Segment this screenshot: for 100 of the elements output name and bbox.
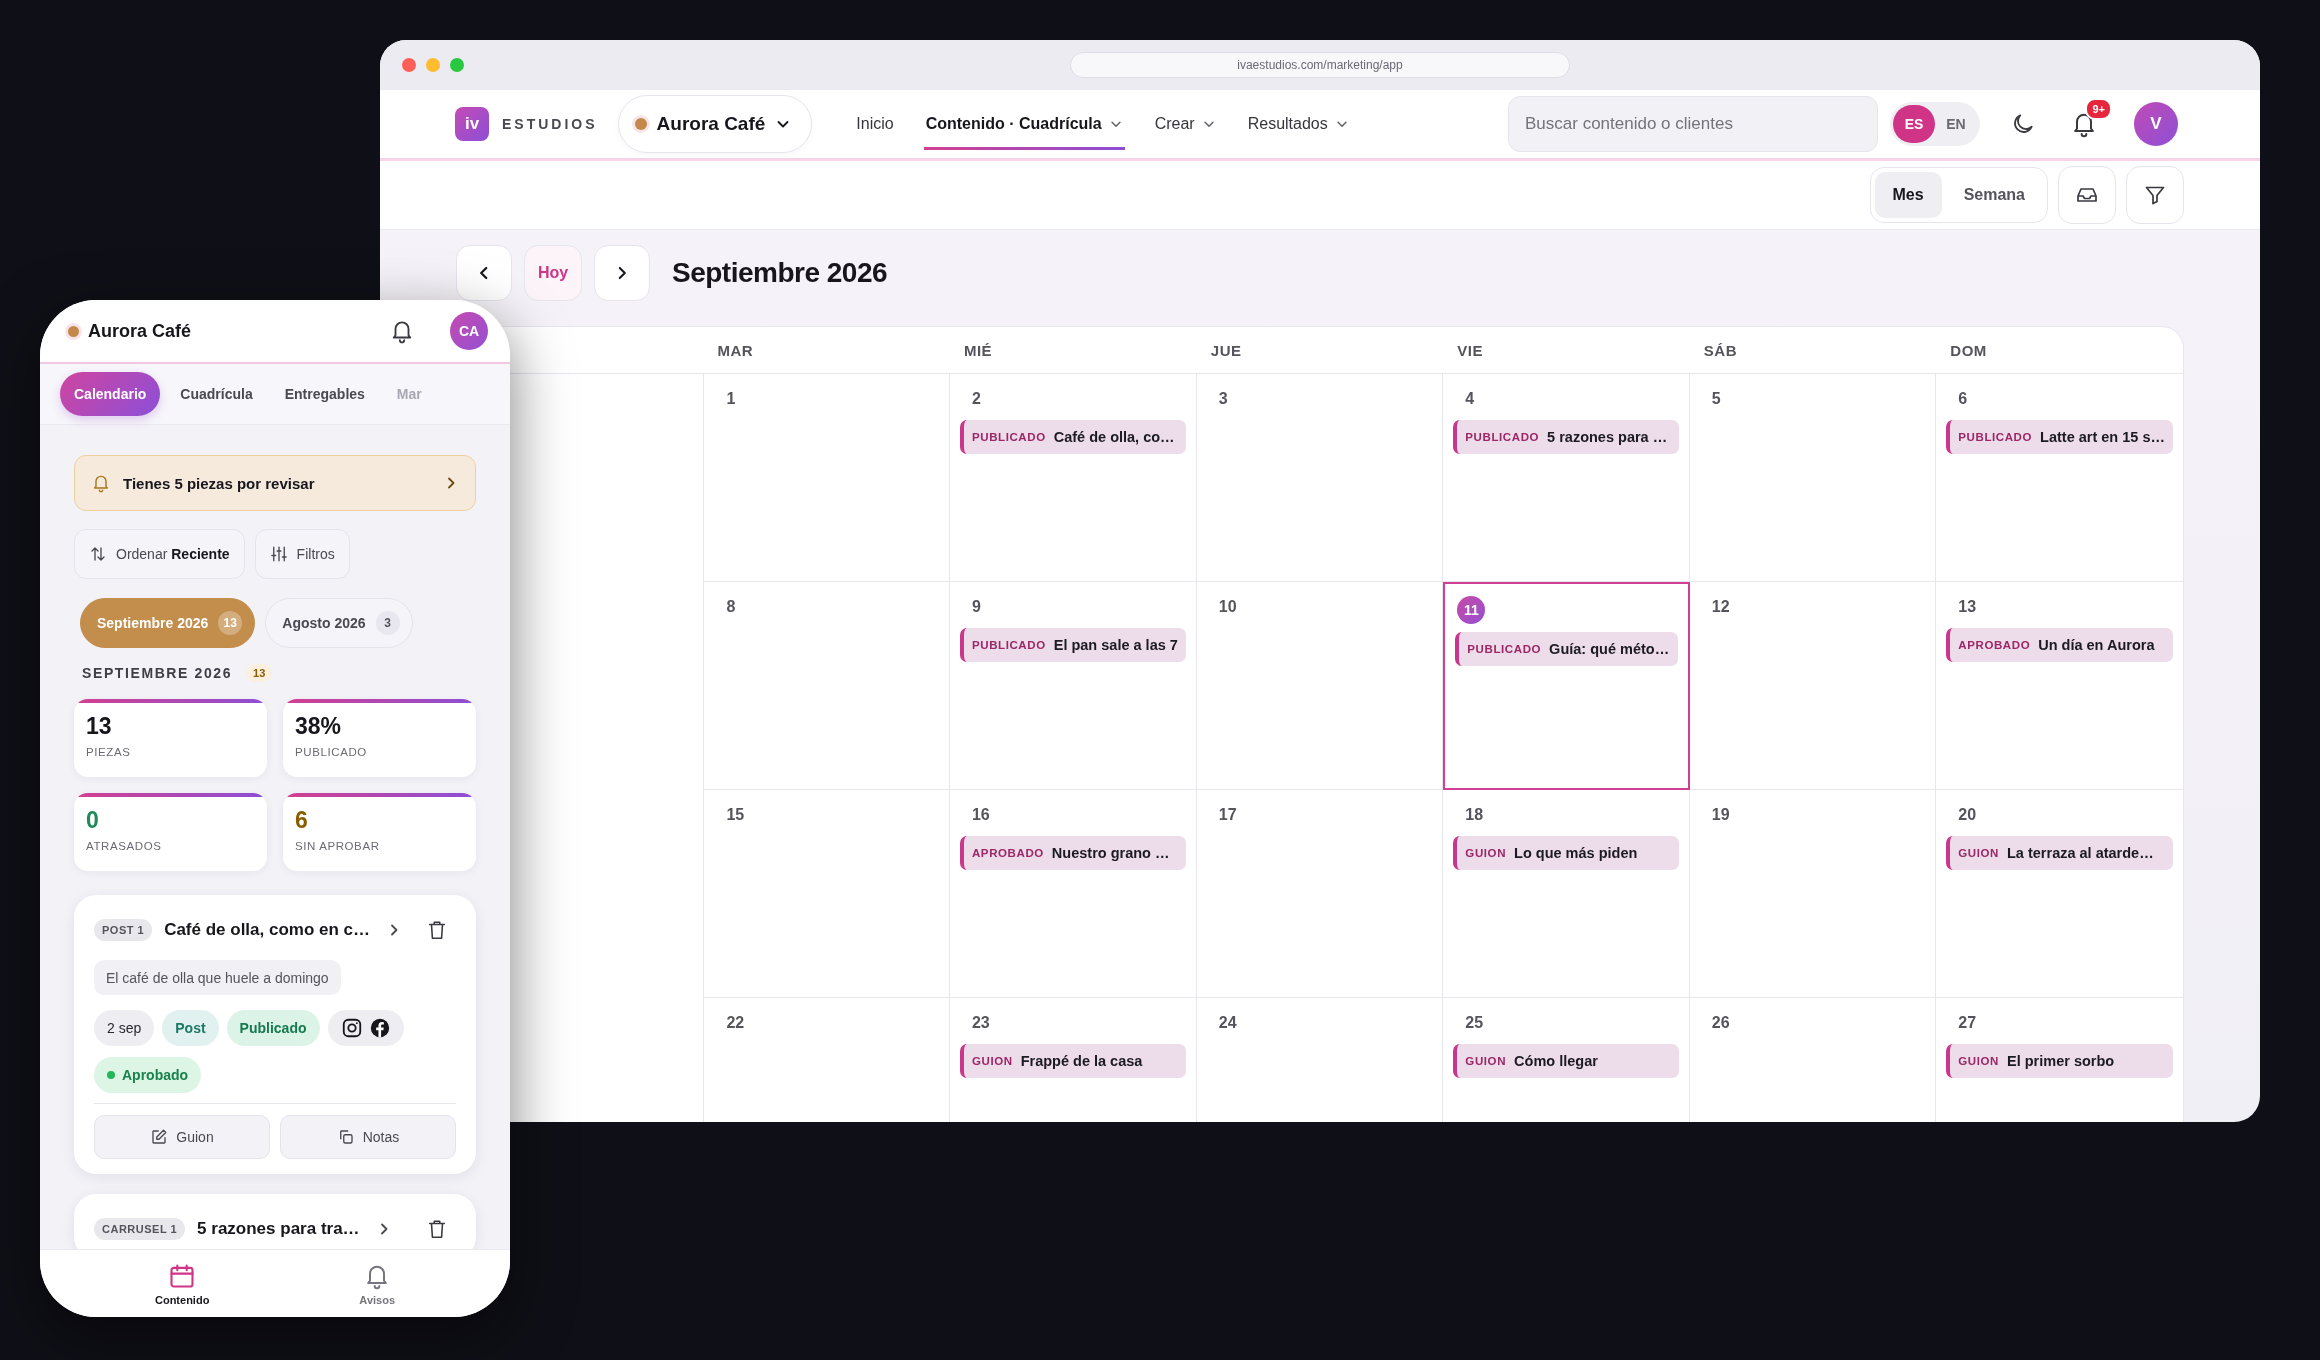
status-label: PUBLICADO xyxy=(1465,431,1540,443)
calendar-event[interactable]: GUION Lo que más piden xyxy=(1453,836,1679,870)
calendar-event[interactable]: PUBLICADO Guía: qué méto… xyxy=(1455,632,1678,666)
day-cell[interactable]: 20 GUION La terraza al atarde… xyxy=(1936,790,2183,998)
address-bar[interactable]: ivaestudios.com/marketing/app xyxy=(1070,52,1570,78)
calendar-event[interactable]: PUBLICADO Café de olla, co… xyxy=(959,420,1186,454)
day-number: 27 xyxy=(1957,1013,1977,1033)
event-title: 5 razones para … xyxy=(1547,429,1668,445)
language-toggle[interactable]: ES EN xyxy=(1890,102,1980,146)
piece-title[interactable]: 5 razones para tra… xyxy=(197,1219,360,1239)
day-cell[interactable]: 17 xyxy=(1196,790,1444,998)
view-tab[interactable]: Semana xyxy=(1945,172,2043,218)
instagram-icon xyxy=(340,1017,363,1039)
weekday-header: MIÉ xyxy=(949,327,1197,374)
calendar-event[interactable]: PUBLICADO 5 razones para … xyxy=(1453,420,1679,454)
tab[interactable]: Entregables xyxy=(272,372,377,416)
maximize-window-icon[interactable] xyxy=(450,58,464,72)
status-label: GUION xyxy=(1958,1055,1999,1067)
day-cell[interactable]: 8 xyxy=(703,582,950,790)
day-cell[interactable]: 4 PUBLICADO 5 razones para … xyxy=(1443,374,1690,582)
script-button[interactable]: Guion xyxy=(94,1115,270,1159)
nav-tab[interactable]: Crear xyxy=(1140,90,1230,158)
calendar-event[interactable]: PUBLICADO El pan sale a las 7 xyxy=(959,628,1186,662)
calendar-event[interactable]: GUION Cómo llegar xyxy=(1453,1044,1679,1078)
section-title: SEPTIEMBRE 2026 xyxy=(82,665,233,681)
review-alert[interactable]: Tienes 5 piezas por revisar xyxy=(74,455,476,511)
previous-month-button[interactable] xyxy=(456,245,512,301)
minimize-window-icon[interactable] xyxy=(426,58,440,72)
calendar-icon[interactable] xyxy=(168,1261,197,1290)
bell-icon xyxy=(91,473,111,493)
calendar-event[interactable]: PUBLICADO Latte art en 15 s… xyxy=(1946,420,2173,454)
piece-title[interactable]: Café de olla, como en c… xyxy=(164,920,371,940)
day-number: 3 xyxy=(1217,389,1228,409)
filter-button[interactable]: Filtros xyxy=(254,529,350,579)
day-cell[interactable]: 27 GUION El primer sorbo xyxy=(1936,998,2183,1122)
stat-label: ATRASADOS xyxy=(86,840,163,852)
day-number: 26 xyxy=(1710,1013,1730,1033)
view-switcher[interactable]: Mes Semana xyxy=(1869,167,2048,223)
event-title: Un día en Aurora xyxy=(2038,637,2155,653)
day-cell[interactable]: 18 GUION Lo que más piden xyxy=(1443,790,1690,998)
bottom-nav-item[interactable]: Avisos xyxy=(349,1250,405,1317)
day-cell[interactable]: 19 xyxy=(1689,790,1937,998)
calendar-event[interactable]: APROBADO Un día en Aurora xyxy=(1946,628,2173,662)
day-cell[interactable]: 13 APROBADO Un día en Aurora xyxy=(1936,582,2183,790)
tab[interactable]: Calendario xyxy=(60,372,161,416)
month-filter-chip[interactable]: Agosto 2026 3 xyxy=(265,598,413,648)
day-cell[interactable]: 2 PUBLICADO Café de olla, co… xyxy=(949,374,1197,582)
day-cell[interactable]: 23 GUION Frappé de la casa xyxy=(949,998,1197,1122)
day-cell[interactable]: 25 GUION Cómo llegar xyxy=(1443,998,1690,1122)
stat-value: 6 xyxy=(295,807,309,834)
client-selector[interactable]: Aurora Café xyxy=(617,95,813,153)
day-cell[interactable]: 16 APROBADO Nuestro grano … xyxy=(949,790,1197,998)
stat-value: 0 xyxy=(86,807,100,834)
user-avatar[interactable]: V xyxy=(2134,102,2178,146)
search-field[interactable]: Buscar contenido o clientes xyxy=(1508,96,1878,152)
piece-tag: CARRUSEL 1 xyxy=(94,1218,186,1240)
day-number: 11 xyxy=(1457,596,1486,624)
day-cell[interactable]: 9 PUBLICADO El pan sale a las 7 xyxy=(949,582,1197,790)
day-cell[interactable]: 24 xyxy=(1196,998,1444,1122)
event-title: La terraza al atarde… xyxy=(2007,845,2154,861)
day-cell[interactable]: 6 PUBLICADO Latte art en 15 s… xyxy=(1936,374,2183,582)
day-cell[interactable]: 1 xyxy=(703,374,950,582)
day-cell[interactable]: 5 xyxy=(1689,374,1937,582)
close-window-icon[interactable] xyxy=(402,58,416,72)
day-number: 9 xyxy=(970,597,981,617)
nav-tab[interactable]: Resultados xyxy=(1233,90,1363,158)
tab[interactable]: Cuadrícula xyxy=(168,372,265,416)
sort-button[interactable]: Ordenar Reciente xyxy=(74,529,245,579)
day-cell[interactable]: 12 xyxy=(1689,582,1937,790)
day-cell[interactable]: 26 xyxy=(1689,998,1937,1122)
today-button[interactable]: Hoy xyxy=(524,245,582,301)
inbox-button[interactable] xyxy=(2058,166,2116,224)
piece-tag: POST 1 xyxy=(94,919,153,941)
notes-button[interactable]: Notas xyxy=(280,1115,456,1159)
bottom-nav-item[interactable]: Contenido xyxy=(145,1250,220,1317)
day-cell[interactable]: 3 xyxy=(1196,374,1444,582)
calendar-event[interactable]: GUION El primer sorbo xyxy=(1946,1044,2173,1078)
day-number: 8 xyxy=(725,597,736,617)
nav-tab[interactable]: Inicio xyxy=(842,90,908,158)
event-title: El primer sorbo xyxy=(2007,1053,2115,1069)
calendar-event[interactable]: GUION Frappé de la casa xyxy=(959,1044,1186,1078)
filter-button[interactable] xyxy=(2126,166,2184,224)
calendar-event[interactable]: GUION La terraza al atarde… xyxy=(1946,836,2173,870)
day-cell[interactable]: 15 xyxy=(703,790,950,998)
day-cell[interactable]: 11 PUBLICADO Guía: qué méto… xyxy=(1443,582,1690,790)
approval-tag: Aprobado xyxy=(94,1057,202,1093)
event-title: Nuestro grano … xyxy=(1051,845,1170,861)
status-label: PUBLICADO xyxy=(1467,643,1542,655)
language-option[interactable]: ES xyxy=(1893,105,1935,143)
day-cell[interactable]: 22 xyxy=(703,998,950,1122)
weekday-header: JUE xyxy=(1196,327,1444,374)
language-option[interactable]: EN xyxy=(1935,105,1977,143)
view-tab[interactable]: Mes xyxy=(1874,172,1942,218)
stat-label: PIEZAS xyxy=(86,746,132,758)
user-avatar[interactable]: CA xyxy=(450,312,488,350)
calendar-event[interactable]: APROBADO Nuestro grano … xyxy=(959,836,1186,870)
day-number: 10 xyxy=(1217,597,1237,617)
day-cell[interactable]: 10 xyxy=(1196,582,1444,790)
weekday-header: MAR xyxy=(703,327,950,374)
day-number: 6 xyxy=(1957,389,1968,409)
